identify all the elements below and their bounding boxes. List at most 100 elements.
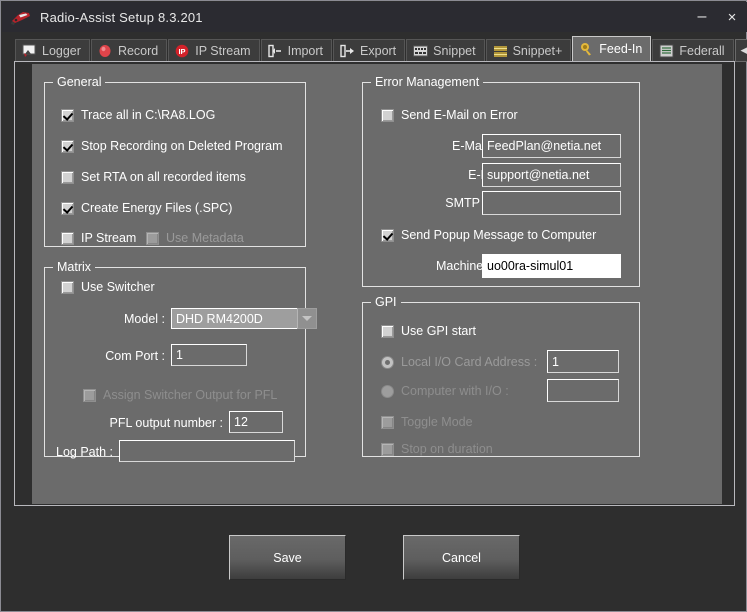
checkbox-toggle-mode[interactable]: Toggle Mode xyxy=(381,415,473,429)
tab-ip-stream[interactable]: IP IP Stream xyxy=(168,39,259,62)
tab-import[interactable]: Import xyxy=(261,39,332,62)
radio-label: Local I/O Card Address : xyxy=(401,355,537,369)
checkbox-create-energy-files[interactable]: Create Energy Files (.SPC) xyxy=(61,201,232,215)
checkbox-label: Create Energy Files (.SPC) xyxy=(81,201,232,215)
checkbox-use-gpi-start[interactable]: Use GPI start xyxy=(381,324,476,338)
logger-icon xyxy=(22,44,37,58)
checkbox-label: Stop on duration xyxy=(401,442,493,456)
checkbox-label: Use Switcher xyxy=(81,280,155,294)
select-model-value: DHD RM4200D xyxy=(171,308,297,329)
input-email-from[interactable]: FeedPlan@netia.net xyxy=(482,134,621,158)
minimize-button[interactable]: – xyxy=(687,2,717,32)
checkbox-box xyxy=(61,232,74,245)
input-smtp-server[interactable] xyxy=(482,191,621,215)
checkbox-label: Trace all in C:\RA8.LOG xyxy=(81,108,215,122)
record-icon xyxy=(98,44,113,58)
tab-content-panel: General Trace all in C:\RA8.LOG Stop Rec… xyxy=(14,61,735,506)
checkbox-label: Set RTA on all recorded items xyxy=(81,170,246,184)
checkbox-stop-recording-deleted[interactable]: Stop Recording on Deleted Program xyxy=(61,139,283,153)
federall-icon xyxy=(659,44,674,58)
checkbox-box xyxy=(381,325,394,338)
group-matrix: Matrix Use Switcher Model : DHD RM4200D … xyxy=(44,267,306,457)
close-button[interactable]: × xyxy=(717,2,747,32)
cancel-button[interactable]: Cancel xyxy=(403,535,520,580)
tab-label: Record xyxy=(118,44,158,58)
ip-stream-icon: IP xyxy=(175,44,190,58)
input-log-path[interactable] xyxy=(119,440,295,462)
label-model: Model : xyxy=(65,312,165,326)
group-general-legend: General xyxy=(53,75,105,89)
radio-assist-icon xyxy=(10,7,32,27)
tab-export[interactable]: Export xyxy=(333,39,405,62)
snippet-icon xyxy=(413,44,428,58)
input-machine-name[interactable]: uo00ra-simul01 xyxy=(482,254,621,278)
label-com-port: Com Port : xyxy=(65,349,165,363)
tab-scroll-prev-icon[interactable]: ◀ xyxy=(738,45,747,56)
checkbox-trace-all[interactable]: Trace all in C:\RA8.LOG xyxy=(61,108,215,122)
label-log-path: Log Path : xyxy=(51,445,113,459)
checkbox-label: Toggle Mode xyxy=(401,415,473,429)
tab-snippet[interactable]: Snippet xyxy=(406,39,484,62)
tab-federall[interactable]: Federall xyxy=(652,39,733,62)
checkbox-label: Use Metadata xyxy=(166,231,244,245)
tab-logger[interactable]: Logger xyxy=(15,39,90,62)
checkbox-set-rta[interactable]: Set RTA on all recorded items xyxy=(61,170,246,184)
checkbox-stop-on-duration[interactable]: Stop on duration xyxy=(381,442,493,456)
settings-surface: General Trace all in C:\RA8.LOG Stop Rec… xyxy=(32,64,722,504)
input-email-to[interactable]: support@netia.net xyxy=(482,163,621,187)
input-computer-with-io[interactable] xyxy=(547,379,619,402)
tab-record[interactable]: Record xyxy=(91,39,167,62)
input-local-io-card-address[interactable]: 1 xyxy=(547,350,619,373)
checkbox-box xyxy=(381,109,394,122)
group-gpi-legend: GPI xyxy=(371,295,401,309)
checkbox-box xyxy=(381,416,394,429)
tab-label: Snippet+ xyxy=(513,44,563,58)
radio-computer-with-io[interactable]: Computer with I/O : xyxy=(381,384,509,398)
select-model[interactable]: DHD RM4200D xyxy=(171,308,317,329)
checkbox-box xyxy=(61,171,74,184)
checkbox-box xyxy=(83,389,96,402)
checkbox-label: Send Popup Message to Computer xyxy=(401,228,596,242)
checkbox-box xyxy=(381,229,394,242)
tab-label: Logger xyxy=(42,44,81,58)
checkbox-label: Assign Switcher Output for PFL xyxy=(103,388,277,402)
app-window: Radio-Assist Setup 8.3.201 – × Logger xyxy=(0,0,747,612)
radio-button xyxy=(381,385,394,398)
input-pfl-output-number[interactable]: 12 xyxy=(229,411,283,433)
checkbox-label: Stop Recording on Deleted Program xyxy=(81,139,283,153)
title-bar: Radio-Assist Setup 8.3.201 – × xyxy=(2,2,747,32)
checkbox-label: IP Stream xyxy=(81,231,136,245)
group-general: General Trace all in C:\RA8.LOG Stop Rec… xyxy=(44,82,306,247)
svg-text:IP: IP xyxy=(179,47,186,56)
save-button[interactable]: Save xyxy=(229,535,346,580)
snippet-plus-icon xyxy=(493,44,508,58)
feed-in-icon xyxy=(579,42,594,56)
tab-strip: Logger Record IP IP Stream xyxy=(15,36,734,62)
radio-label: Computer with I/O : xyxy=(401,384,509,398)
tab-snippet-plus[interactable]: Snippet+ xyxy=(486,39,572,62)
chevron-down-icon[interactable] xyxy=(297,308,317,329)
checkbox-use-switcher[interactable]: Use Switcher xyxy=(61,280,155,294)
tab-label: Federall xyxy=(679,44,724,58)
tab-scroll-controls: ◀ ▶ xyxy=(735,39,747,62)
group-error-management-legend: Error Management xyxy=(371,75,483,89)
checkbox-box xyxy=(61,140,74,153)
checkbox-use-metadata[interactable]: Use Metadata xyxy=(146,231,244,245)
window-title: Radio-Assist Setup 8.3.201 xyxy=(40,10,203,25)
checkbox-assign-switcher-output-pfl[interactable]: Assign Switcher Output for PFL xyxy=(83,388,277,402)
export-icon xyxy=(340,44,355,58)
radio-local-io-card-address[interactable]: Local I/O Card Address : xyxy=(381,355,537,369)
checkbox-ip-stream[interactable]: IP Stream xyxy=(61,231,136,245)
checkbox-box xyxy=(61,202,74,215)
tab-label: Export xyxy=(360,44,396,58)
checkbox-label: Use GPI start xyxy=(401,324,476,338)
checkbox-send-popup-message[interactable]: Send Popup Message to Computer xyxy=(381,228,596,242)
import-icon xyxy=(268,44,283,58)
checkbox-box xyxy=(61,281,74,294)
tab-label: IP Stream xyxy=(195,44,250,58)
window-controls: – × xyxy=(687,2,747,32)
tab-feed-in[interactable]: Feed-In xyxy=(572,36,651,62)
input-com-port[interactable]: 1 xyxy=(171,344,247,366)
tab-label: Snippet xyxy=(433,44,475,58)
checkbox-send-email-on-error[interactable]: Send E-Mail on Error xyxy=(381,108,518,122)
